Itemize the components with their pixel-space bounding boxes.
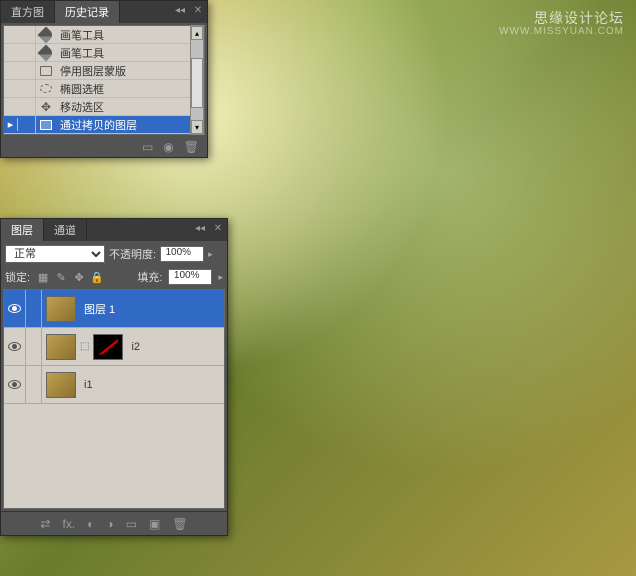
history-item-label: 移动选区 bbox=[56, 99, 104, 115]
history-item[interactable]: ▸ 通过拷贝的图层 bbox=[4, 116, 204, 134]
layers-footer: ⇄ fx. ◐ ◑ ▭ ▣ 🗑 bbox=[1, 511, 227, 535]
opacity-label: 不透明度: bbox=[109, 246, 156, 262]
tab-history[interactable]: 历史记录 bbox=[55, 1, 120, 23]
history-item[interactable]: ✥移动选区 bbox=[4, 98, 204, 116]
layer-mask-thumbnail[interactable] bbox=[93, 334, 123, 360]
history-action-icon bbox=[36, 120, 56, 130]
history-item-label: 画笔工具 bbox=[56, 45, 104, 61]
eye-icon bbox=[8, 342, 21, 351]
opacity-input[interactable]: 100% bbox=[160, 246, 204, 262]
scroll-up-icon[interactable]: ▴ bbox=[191, 26, 203, 40]
panel-collapse-icon[interactable]: ◂◂ bbox=[173, 3, 187, 17]
tab-channels[interactable]: 通道 bbox=[44, 219, 87, 241]
delete-state-icon[interactable]: 🗑 bbox=[184, 140, 199, 154]
history-action-icon bbox=[36, 29, 56, 41]
watermark-url: WWW.MISSYUAN.COM bbox=[499, 26, 624, 37]
panel-close-icon[interactable]: ✕ bbox=[211, 221, 225, 235]
history-item[interactable]: 停用图层蒙版 bbox=[4, 62, 204, 80]
tab-histogram[interactable]: 直方图 bbox=[1, 1, 55, 23]
lock-label: 锁定: bbox=[5, 269, 30, 285]
blend-row: 正常 不透明度: 100% ▸ bbox=[1, 241, 227, 267]
lock-all-icon[interactable]: 🔒 bbox=[90, 270, 104, 284]
layer-visibility-toggle[interactable] bbox=[4, 328, 26, 366]
new-layer-icon[interactable]: ▣ bbox=[149, 517, 160, 531]
history-action-icon bbox=[36, 84, 56, 93]
layer-thumbnail[interactable] bbox=[46, 372, 76, 398]
fill-input[interactable]: 100% bbox=[168, 269, 212, 285]
lock-transparent-icon[interactable]: ▦ bbox=[36, 270, 50, 284]
layer-group-icon[interactable]: ▭ bbox=[126, 517, 137, 531]
layer-link-col bbox=[26, 290, 42, 328]
layer-link-col bbox=[26, 366, 42, 404]
eye-icon bbox=[8, 380, 21, 389]
snapshot-icon[interactable]: ◉ bbox=[163, 140, 173, 154]
layer-thumbnail[interactable] bbox=[46, 334, 76, 360]
layer-name[interactable]: i2 bbox=[127, 341, 140, 353]
layer-item[interactable]: ⬚ i2 bbox=[4, 328, 224, 366]
layer-thumbnail[interactable] bbox=[46, 296, 76, 322]
history-action-icon bbox=[36, 66, 56, 76]
fill-label: 填充: bbox=[137, 269, 162, 285]
layer-name[interactable]: 图层 1 bbox=[80, 301, 115, 317]
history-item-label: 通过拷贝的图层 bbox=[56, 117, 137, 133]
watermark-title: 思缘设计论坛 bbox=[534, 8, 624, 28]
layer-visibility-toggle[interactable] bbox=[4, 290, 26, 328]
history-item-label: 画笔工具 bbox=[56, 27, 104, 43]
layer-link-col bbox=[26, 328, 42, 366]
history-panel: 直方图 历史记录 ◂◂ ✕ 画笔工具画笔工具停用图层蒙版椭圆选框✥移动选区▸通过… bbox=[0, 0, 208, 158]
history-action-icon bbox=[36, 47, 56, 59]
layer-name[interactable]: i1 bbox=[80, 379, 93, 391]
history-step-col bbox=[18, 26, 36, 44]
layers-tabs: 图层 通道 ◂◂ ✕ bbox=[1, 219, 227, 241]
layer-visibility-toggle[interactable] bbox=[4, 366, 26, 404]
layers-list: 图层 1 ⬚ i2 i1 bbox=[3, 289, 225, 509]
history-step-col bbox=[18, 44, 36, 62]
history-item[interactable]: 画笔工具 bbox=[4, 26, 204, 44]
panel-collapse-icon[interactable]: ◂◂ bbox=[193, 221, 207, 235]
history-footer: ▭ ◉ 🗑 bbox=[1, 137, 207, 157]
history-tabs: 直方图 历史记录 ◂◂ ✕ bbox=[1, 1, 207, 23]
history-state-marker: ▸ bbox=[4, 118, 18, 131]
mask-link-icon[interactable]: ⬚ bbox=[80, 341, 89, 352]
scroll-down-icon[interactable]: ▾ bbox=[191, 120, 203, 134]
history-item-label: 椭圆选框 bbox=[56, 81, 104, 97]
history-list: 画笔工具画笔工具停用图层蒙版椭圆选框✥移动选区▸通过拷贝的图层 bbox=[3, 25, 205, 135]
link-layers-icon[interactable]: ⇄ bbox=[40, 517, 50, 531]
layer-mask-icon[interactable]: ◐ bbox=[87, 517, 94, 531]
history-item[interactable]: 椭圆选框 bbox=[4, 80, 204, 98]
fill-arrow-icon[interactable]: ▸ bbox=[218, 272, 223, 283]
lock-row: 锁定: ▦ ✎ ✥ 🔒 填充: 100% ▸ bbox=[1, 267, 227, 287]
adjustment-layer-icon[interactable]: ◑ bbox=[106, 517, 113, 531]
history-step-col bbox=[18, 62, 36, 80]
panel-close-icon[interactable]: ✕ bbox=[191, 3, 205, 17]
opacity-arrow-icon[interactable]: ▸ bbox=[208, 249, 213, 260]
history-action-icon: ✥ bbox=[36, 100, 56, 114]
delete-layer-icon[interactable]: 🗑 bbox=[172, 517, 187, 531]
lock-paint-icon[interactable]: ✎ bbox=[54, 270, 68, 284]
blend-mode-select[interactable]: 正常 bbox=[5, 245, 105, 263]
history-step-col bbox=[18, 116, 36, 134]
layer-fx-icon[interactable]: fx. bbox=[62, 517, 75, 531]
scroll-thumb[interactable] bbox=[191, 58, 203, 108]
eye-icon bbox=[8, 304, 21, 313]
layers-panel: 图层 通道 ◂◂ ✕ 正常 不透明度: 100% ▸ 锁定: ▦ ✎ ✥ 🔒 填… bbox=[0, 218, 228, 536]
lock-move-icon[interactable]: ✥ bbox=[72, 270, 86, 284]
history-step-col bbox=[18, 98, 36, 116]
history-scrollbar[interactable]: ▴ ▾ bbox=[190, 25, 204, 135]
history-item-label: 停用图层蒙版 bbox=[56, 63, 126, 79]
tab-layers[interactable]: 图层 bbox=[1, 219, 44, 241]
layer-item[interactable]: i1 bbox=[4, 366, 224, 404]
history-item[interactable]: 画笔工具 bbox=[4, 44, 204, 62]
history-step-col bbox=[18, 80, 36, 98]
new-doc-from-state-icon[interactable]: ▭ bbox=[142, 140, 153, 154]
layer-item[interactable]: 图层 1 bbox=[4, 290, 224, 328]
